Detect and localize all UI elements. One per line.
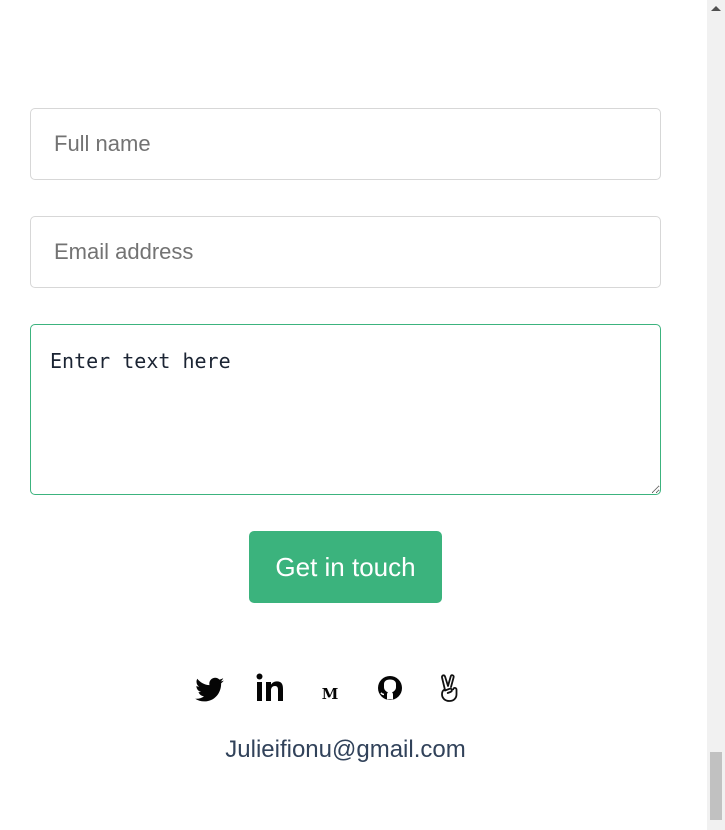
- email-input[interactable]: [30, 216, 661, 288]
- full-name-input[interactable]: [30, 108, 661, 180]
- peace-hand-link[interactable]: [433, 670, 467, 706]
- github-icon: [378, 676, 402, 700]
- twitter-link[interactable]: [193, 670, 227, 706]
- contact-email-link[interactable]: Julieifionu@gmail.com: [0, 736, 691, 764]
- medium-link[interactable]: M: [313, 670, 347, 706]
- scrollbar-thumb[interactable]: [710, 752, 722, 820]
- svg-text:M: M: [322, 685, 339, 703]
- twitter-icon: [195, 677, 224, 702]
- peace-hand-icon: [441, 674, 458, 702]
- message-textarea[interactable]: [30, 324, 661, 495]
- github-link[interactable]: [373, 670, 407, 706]
- scroll-up-arrow-icon[interactable]: [711, 6, 721, 11]
- social-links: M: [193, 670, 471, 706]
- vertical-scrollbar[interactable]: [707, 0, 725, 830]
- contact-page: Get in touch M: [0, 0, 707, 830]
- linkedin-link[interactable]: [253, 670, 287, 706]
- medium-icon: M: [322, 685, 339, 703]
- linkedin-icon: [256, 673, 283, 701]
- get-in-touch-button[interactable]: Get in touch: [249, 531, 442, 603]
